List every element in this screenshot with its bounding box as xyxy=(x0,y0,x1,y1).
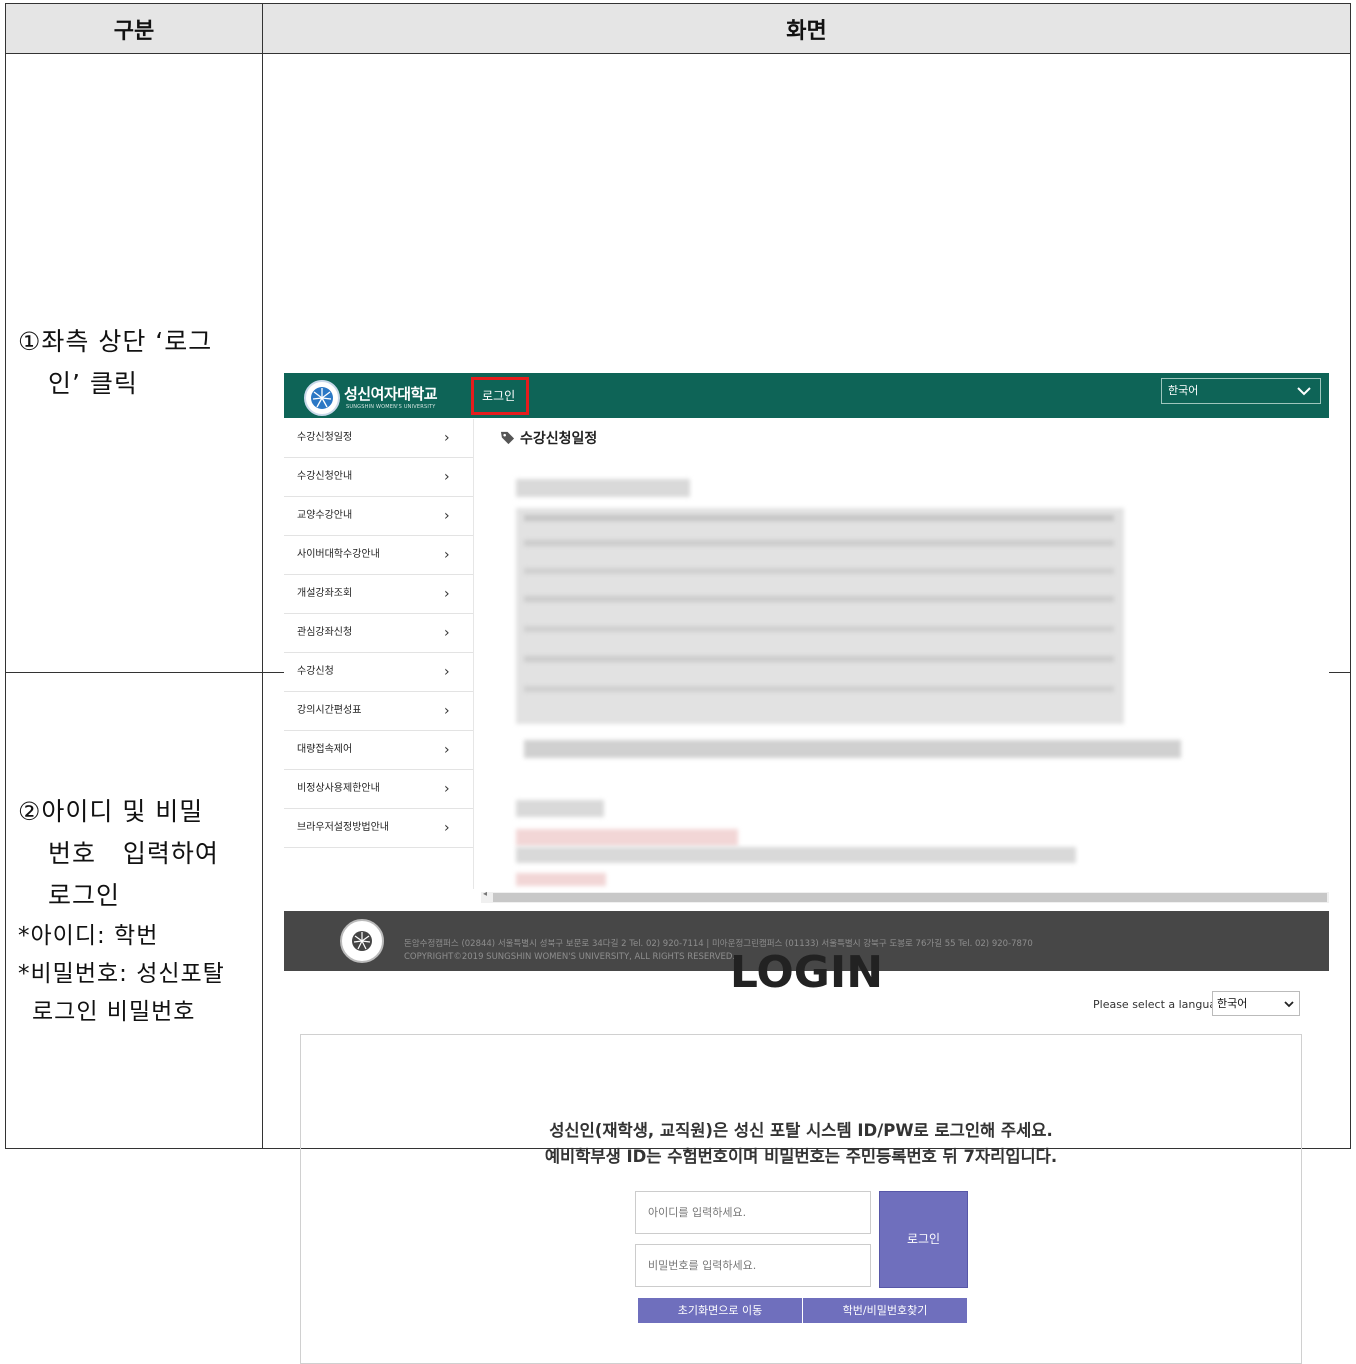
brand-subtitle: SUNGSHIN WOMEN'S UNIVERSITY xyxy=(346,404,436,410)
brand-name: 성신여자대학교 xyxy=(344,385,438,403)
menu-item[interactable]: 대량접속제어 › xyxy=(284,731,473,770)
chevron-right-icon: › xyxy=(444,625,450,641)
login-button[interactable]: 로그인 xyxy=(879,1190,968,1288)
language-select[interactable]: 한국어 xyxy=(1212,990,1300,1016)
menu-item-label: 수강신청안내 xyxy=(297,471,353,482)
language-select[interactable]: 한국어 xyxy=(1161,378,1321,404)
top-navigation-bar: 성신여자대학교 SUNGSHIN WOMEN'S UNIVERSITY 로그인 … xyxy=(284,373,1329,418)
menu-item-label: 관심강좌신청 xyxy=(297,627,353,638)
login-form: 성신인(재학생, 교직원)은 성신 포탈 시스템 ID/PW로 로그인해 주세요… xyxy=(300,1033,1302,1364)
menu-item-label: 수강신청 xyxy=(297,666,334,677)
chevron-down-icon xyxy=(1297,387,1311,396)
chevron-right-icon: › xyxy=(444,781,450,797)
menu-item-label: 대량접속제어 xyxy=(297,744,353,755)
chevron-right-icon: › xyxy=(444,703,450,719)
menu-item[interactable]: 교양수강안내 › xyxy=(284,497,473,536)
step2-note-password-cont: 로그인 비밀번호 xyxy=(32,998,196,1025)
id-input[interactable]: 아이디를 입력하세요. xyxy=(635,1190,871,1234)
menu-item[interactable]: 수강신청안내 › xyxy=(284,458,473,497)
menu-item[interactable]: 사이버대학수강안내 › xyxy=(284,536,473,575)
header-category: 구분 xyxy=(5,3,263,54)
step1-line1: ①좌측 상단 ‘로그 xyxy=(18,327,213,356)
menu-item-label: 브라우저설정방법안내 xyxy=(297,822,389,833)
step2-line3: 로그인 xyxy=(48,880,121,910)
step2-note-id: *아이디: 학번 xyxy=(18,922,159,949)
scroll-left-icon[interactable]: ◂ xyxy=(483,889,487,898)
language-prompt: Please select a language xyxy=(1093,997,1230,1011)
step2-line2: 번호 입력하여 xyxy=(48,838,219,868)
content-title-text: 수강신청일정 xyxy=(520,431,598,447)
chevron-right-icon: › xyxy=(444,547,450,563)
menu-item-label: 교양수강안내 xyxy=(297,510,353,521)
university-logo-icon[interactable] xyxy=(304,380,340,416)
menu-item[interactable]: 수강신청 › xyxy=(284,653,473,692)
chevron-right-icon: › xyxy=(444,508,450,524)
menu-item[interactable]: 브라우저설정방법안내 › xyxy=(284,809,473,848)
scrollbar-thumb[interactable] xyxy=(493,893,1327,902)
login-link-highlighted[interactable]: 로그인 xyxy=(471,377,529,415)
course-registration-screenshot: 성신여자대학교 SUNGSHIN WOMEN'S UNIVERSITY 로그인 … xyxy=(284,373,1329,971)
guide-document: 구분 화면 ①좌측 상단 ‘로그 인’ 클릭 성신여자대학교 SUNGSHIN … xyxy=(0,0,1356,1364)
tag-icon xyxy=(500,431,515,445)
find-id-password-button[interactable]: 학번/비밀번호찾기 xyxy=(803,1297,967,1323)
step2-note-password: *비밀번호: 성신포탈 xyxy=(18,960,225,987)
login-message-2: 예비학부생 ID는 수험번호이며 비밀번호는 주민등록번호 뒤 7자리입니다. xyxy=(544,1146,1058,1166)
chevron-right-icon: › xyxy=(444,469,450,485)
header-screen: 화면 xyxy=(262,3,1351,54)
step2-description: ②아이디 및 비밀 번호 입력하여 로그인 *아이디: 학번 *비밀번호: 성신… xyxy=(5,672,263,1149)
go-home-button[interactable]: 초기화면으로 이동 xyxy=(638,1297,802,1323)
menu-item[interactable]: 강의시간편성표 › xyxy=(284,692,473,731)
language-value: 한국어 xyxy=(1217,996,1248,1010)
menu-item-label: 수강신청일정 xyxy=(297,432,353,443)
step1-description: ①좌측 상단 ‘로그 인’ 클릭 xyxy=(5,53,263,673)
side-menu: 수강신청일정 › 수강신청안내 › 교양수강안내 › 사이버대학수강안내 › 개설강좌조… xyxy=(284,419,473,848)
horizontal-scrollbar[interactable]: ◂ xyxy=(481,889,1329,903)
table-row: ①좌측 상단 ‘로그 인’ 클릭 성신여자대학교 SUNGSHIN WOMEN'… xyxy=(5,53,1351,971)
menu-item[interactable]: 관심강좌신청 › xyxy=(284,614,473,653)
chevron-right-icon: › xyxy=(444,742,450,758)
menu-item[interactable]: 수강신청일정 › xyxy=(284,419,473,458)
step1-line2: 인’ 클릭 xyxy=(48,369,138,398)
menu-item-label: 개설강좌조회 xyxy=(297,588,353,599)
step1-screen-cell: 성신여자대학교 SUNGSHIN WOMEN'S UNIVERSITY 로그인 … xyxy=(262,53,1351,971)
chevron-right-icon: › xyxy=(444,820,450,836)
menu-item[interactable]: 개설강좌조회 › xyxy=(284,575,473,614)
menu-item-label: 사이버대학수강안내 xyxy=(297,549,380,560)
menu-item-label: 비정상사용제한안내 xyxy=(297,783,380,794)
chevron-right-icon: › xyxy=(444,586,450,602)
password-input[interactable]: 비밀번호를 입력하세요. xyxy=(635,1243,871,1287)
step2-line1: ②아이디 및 비밀 xyxy=(18,796,204,826)
chevron-down-icon xyxy=(1284,1000,1294,1007)
menu-item-label: 강의시간편성표 xyxy=(297,705,362,716)
content-title: 수강신청일정 xyxy=(500,428,598,448)
chevron-right-icon: › xyxy=(444,664,450,680)
language-value: 한국어 xyxy=(1168,384,1199,397)
login-message-1: 성신인(재학생, 교직원)은 성신 포탈 시스템 ID/PW로 로그인해 주세요… xyxy=(549,1120,1053,1140)
chevron-right-icon: › xyxy=(444,430,450,446)
guide-table: 구분 화면 ①좌측 상단 ‘로그 인’ 클릭 성신여자대학교 SUNGSHIN … xyxy=(5,3,1351,1364)
table-header-row: 구분 화면 xyxy=(5,3,1351,54)
divider xyxy=(473,419,474,889)
menu-item[interactable]: 비정상사용제한안내 › xyxy=(284,770,473,809)
login-title: LOGIN xyxy=(729,946,884,998)
